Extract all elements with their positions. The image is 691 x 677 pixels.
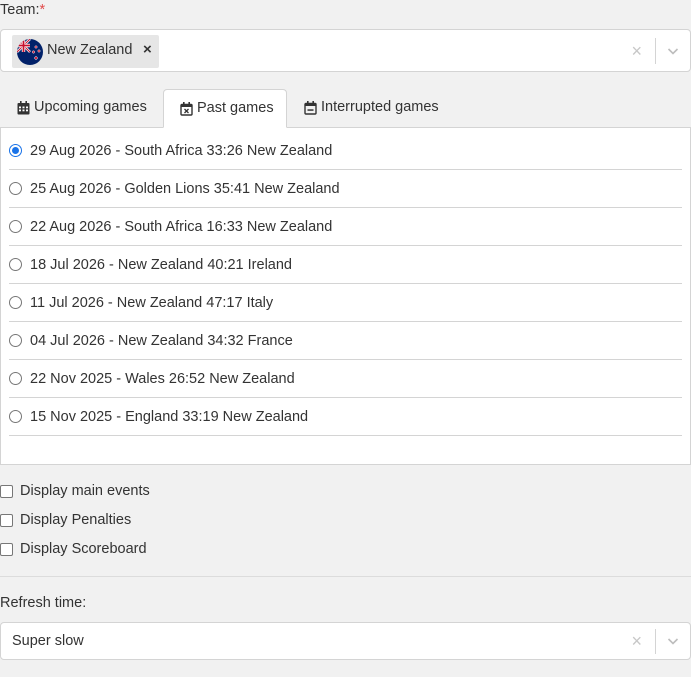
calendar-minus-icon [304, 101, 317, 115]
game-row[interactable]: 22 Nov 2025 - Wales 26:52 New Zealand [9, 360, 682, 398]
option-display-penalties[interactable]: Display Penalties [0, 512, 131, 528]
game-radio[interactable] [9, 258, 22, 271]
refresh-time-value: Super slow [12, 633, 84, 649]
display-penalties-checkbox[interactable] [0, 513, 13, 527]
clear-team-button[interactable]: × [631, 42, 642, 60]
game-label: 22 Aug 2026 - South Africa 16:33 New Zea… [30, 218, 333, 235]
team-field-label: Team:* [0, 2, 45, 18]
game-row[interactable]: 25 Aug 2026 - Golden Lions 35:41 New Zea… [9, 170, 682, 208]
required-mark: * [39, 2, 46, 18]
display-penalties-label: Display Penalties [20, 512, 132, 528]
game-radio[interactable] [9, 410, 22, 423]
section-divider [0, 576, 691, 577]
team-label-text: Team: [0, 2, 40, 18]
game-row[interactable]: 22 Aug 2026 - South Africa 16:33 New Zea… [9, 208, 682, 246]
games-tabs: Upcoming games Past games Interrupted ga… [0, 89, 691, 128]
game-row[interactable]: 29 Aug 2026 - South Africa 33:26 New Zea… [9, 132, 682, 170]
past-games-panel: 29 Aug 2026 - South Africa 33:26 New Zea… [0, 127, 691, 465]
display-main-events-label: Display main events [20, 483, 150, 499]
display-scoreboard-label: Display Scoreboard [20, 541, 147, 557]
team-chip-new-zealand: New Zealand × [12, 35, 159, 68]
display-scoreboard-checkbox[interactable] [0, 542, 13, 556]
new-zealand-flag-icon [17, 39, 43, 65]
chevron-down-icon[interactable] [667, 45, 679, 57]
game-radio[interactable] [9, 334, 22, 347]
refresh-time-label: Refresh time: [0, 595, 87, 611]
clear-refresh-button[interactable]: × [631, 632, 642, 650]
game-label: 11 Jul 2026 - New Zealand 47:17 Italy [30, 294, 274, 311]
option-display-scoreboard[interactable]: Display Scoreboard [0, 541, 147, 557]
tab-past-label: Past games [197, 100, 274, 116]
tab-past-games[interactable]: Past games [163, 89, 287, 128]
calendar-icon [17, 101, 30, 115]
chevron-down-icon[interactable] [667, 635, 679, 647]
tab-upcoming-games[interactable]: Upcoming games [17, 89, 147, 128]
game-row[interactable]: 04 Jul 2026 - New Zealand 34:32 France [9, 322, 682, 360]
game-label: 29 Aug 2026 - South Africa 33:26 New Zea… [30, 142, 333, 159]
tab-upcoming-label: Upcoming games [34, 99, 147, 115]
game-row[interactable]: 11 Jul 2026 - New Zealand 47:17 Italy [9, 284, 682, 322]
game-radio[interactable] [9, 372, 22, 385]
game-label: 15 Nov 2025 - England 33:19 New Zealand [30, 408, 309, 425]
game-radio[interactable] [9, 144, 22, 157]
select-separator [655, 629, 656, 654]
game-label: 18 Jul 2026 - New Zealand 40:21 Ireland [30, 256, 292, 273]
remove-team-button[interactable]: × [143, 41, 152, 58]
game-radio[interactable] [9, 182, 22, 195]
refresh-time-select[interactable]: Super slow × [0, 622, 691, 660]
calendar-x-icon [180, 102, 193, 116]
game-row[interactable]: 18 Jul 2026 - New Zealand 40:21 Ireland [9, 246, 682, 284]
game-radio[interactable] [9, 296, 22, 309]
game-label: 25 Aug 2026 - Golden Lions 35:41 New Zea… [30, 180, 340, 197]
game-radio[interactable] [9, 220, 22, 233]
team-select[interactable]: New Zealand × × [0, 29, 691, 72]
game-label: 04 Jul 2026 - New Zealand 34:32 France [30, 332, 293, 349]
tab-interrupted-label: Interrupted games [321, 99, 439, 115]
game-row[interactable]: 15 Nov 2025 - England 33:19 New Zealand [9, 398, 682, 436]
display-main-events-checkbox[interactable] [0, 484, 13, 498]
option-display-main-events[interactable]: Display main events [0, 483, 150, 499]
tab-interrupted-games[interactable]: Interrupted games [304, 89, 439, 128]
team-chip-label: New Zealand [47, 42, 133, 58]
select-separator [655, 38, 656, 64]
game-label: 22 Nov 2025 - Wales 26:52 New Zealand [30, 370, 295, 387]
